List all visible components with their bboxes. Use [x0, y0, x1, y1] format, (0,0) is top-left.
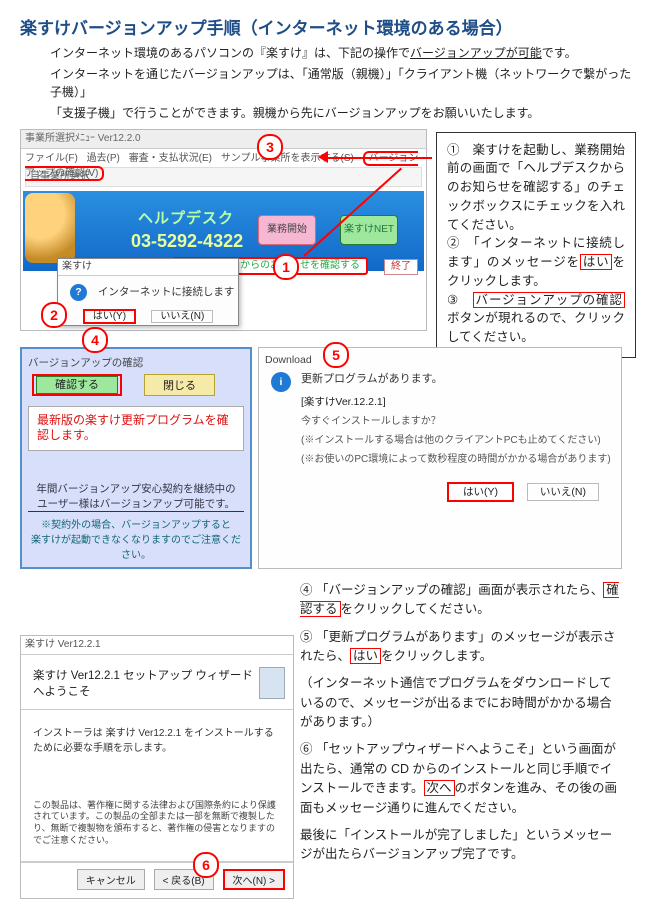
callout-3: 3: [257, 134, 283, 160]
confirm-button[interactable]: 確認する: [36, 376, 118, 394]
menu-status[interactable]: 審査・支払状況(E): [129, 153, 212, 164]
window-title-a: 事業所選択ﾒﾆｭｰ Ver12.2.0: [21, 130, 426, 149]
download-q1: 今すぐインストールしますか？: [301, 415, 611, 428]
confirm-note: 年間バージョンアップ安心契約を継続中の ユーザー様はバージョンアップ可能です。: [28, 481, 244, 512]
confirm-footnote: ※契約外の場合、バージョンアップすると 楽すけが起動できなくなりますのでご注意く…: [28, 512, 244, 561]
wizard-body: インストーラは 楽すけ Ver12.2.1 をインストールするために必要な手順を…: [21, 710, 293, 794]
download-yes-button[interactable]: はい(Y): [447, 482, 514, 502]
intro-1c: です。: [542, 46, 577, 60]
intro-1a: インターネット環境のあるパソコンの『楽すけ』は、下記の操作で: [50, 46, 410, 60]
step4a: ④ 「バージョンアップの確認」画面が表示されたら、: [300, 583, 603, 597]
step2-highlight: はい: [580, 254, 613, 270]
step5c: をクリックします。: [381, 649, 492, 663]
callout-1: 1: [273, 254, 299, 280]
wizard-next-button[interactable]: 次へ(N) >: [223, 869, 286, 890]
confirm-msg: 最新版の楽すけ更新プログラムを確認します。: [28, 406, 244, 451]
screenshot-download: 5 Download i 更新プログラムがあります。 [楽すけVer.12.2.…: [258, 347, 622, 569]
arrow-line: [324, 157, 432, 159]
download-ver: [楽すけVer.12.2.1]: [301, 394, 611, 409]
download-q3: (※お使いのPC環境によって数秒程度の時間がかかる場合があります): [301, 453, 611, 466]
close-button[interactable]: 閉じる: [144, 374, 215, 396]
step3c: ボタンが現れるので、クリックしてください。: [447, 311, 625, 344]
screenshot-main: 事業所選択ﾒﾆｭｰ Ver12.2.0 ファイル(F) 過去(P) 審査・支払状…: [20, 129, 427, 331]
step2-text: ② 「インターネットに接続します」のメッセージをはいをクリックします。: [447, 234, 625, 290]
confirm-note-2: ユーザー様はバージョンアップ可能です。: [28, 496, 244, 512]
download-no-button[interactable]: いいえ(N): [527, 483, 599, 501]
step3-text: ③ バージョンアップの確認ボタンが現れるので、クリックしてください。: [447, 291, 625, 347]
callout-6: 6: [193, 852, 219, 878]
download-q2: (※インストールする場合は他のクライアントPCも止めてください): [301, 434, 611, 447]
connect-no-button[interactable]: いいえ(N): [151, 310, 213, 323]
confirm-button-hl: 確認する: [32, 374, 122, 396]
arrow-head-icon: [318, 151, 328, 163]
start-button[interactable]: 業務開始: [258, 215, 316, 245]
connect-dialog: 楽すけ ? インターネットに接続します はい(Y) いいえ(N): [57, 258, 239, 326]
step1-text: ① 楽すけを起動し、業務開始前の画面で「ヘルプデスクからのお知らせを確認する」の…: [447, 141, 625, 235]
step5-highlight: はい: [350, 648, 381, 664]
intro-line-3: 「支援子機」で行うことができます。親機から先にバージョンアップをお願いいたします…: [50, 105, 634, 122]
confirm-note-1: 年間バージョンアップ安心契約を継続中の: [28, 481, 244, 496]
info-icon: i: [271, 372, 291, 392]
menu-file[interactable]: ファイル(F): [25, 153, 78, 164]
rakusuke-net-button[interactable]: 楽すけNET: [340, 215, 398, 245]
screenshot-confirm: 4 バージョンアップの確認 確認する 閉じる 最新版の楽すけ更新プログラムを確認…: [20, 347, 252, 569]
question-icon: ?: [70, 284, 87, 301]
wizard-window-title: 楽すけ Ver12.2.1: [21, 636, 293, 655]
menu-history[interactable]: 過去(P): [87, 153, 120, 164]
confirm-title: バージョンアップの確認: [28, 355, 244, 370]
intro-line-1: インターネット環境のあるパソコンの『楽すけ』は、下記の操作でバージョンアップが可…: [50, 45, 634, 62]
page-title: 楽すけバージョンアップ手順（インターネット環境のある場合）: [20, 14, 634, 39]
callout-4: 4: [82, 327, 108, 353]
step5-note: （インターネット通信でプログラムをダウンロードしているので、メッセージが出るまで…: [300, 674, 622, 732]
wizard-icon: [259, 667, 285, 699]
step3a: ③: [447, 293, 473, 307]
step3-highlight: バージョンアップの確認: [473, 292, 625, 308]
callout-2: 2: [41, 302, 67, 328]
wizard-warning: この製品は、著作権に関する法律および国際条約により保護されています。この製品の全…: [21, 794, 293, 861]
instructions-box-2: ④ 「バージョンアップの確認」画面が表示されたら、確認するをクリックしてください…: [300, 579, 622, 899]
connect-dialog-msg: インターネットに接続します: [98, 286, 235, 298]
download-title: Download: [263, 352, 617, 370]
wizard-welcome: 楽すけ Ver12.2.1 セットアップ ウィザードへようこそ: [33, 667, 259, 699]
menubar-a: ファイル(F) 過去(P) 審査・支払状況(E) サンプル事業所を表示する(S)…: [21, 149, 426, 163]
intro-1b: バージョンアップが可能: [410, 46, 542, 60]
wizard-cancel-button[interactable]: キャンセル: [77, 869, 145, 890]
helpdesk-label: ヘルプデスク: [138, 207, 234, 228]
instructions-box-1: ① 楽すけを起動し、業務開始前の画面で「ヘルプデスクからのお知らせを確認する」の…: [436, 132, 636, 358]
intro-line-2: インターネットを通じたバージョンアップは、「通常版（親機）」「クライアント機（ネ…: [50, 66, 634, 101]
step6-final: 最後に「インストールが完了しました」というメッセージが出たらバージョンアップ完了…: [300, 826, 622, 865]
connect-dialog-title: 楽すけ: [58, 259, 238, 276]
screenshot-wizard: 楽すけ Ver12.2.1 楽すけ Ver12.2.1 セットアップ ウィザード…: [20, 635, 294, 899]
helpdesk-tel: 03-5292-4322: [131, 231, 243, 252]
connect-yes-button[interactable]: はい(Y): [83, 309, 136, 324]
download-msg: 更新プログラムがあります。: [301, 372, 611, 388]
mascot-image: [25, 193, 75, 263]
callout-5: 5: [323, 342, 349, 368]
exit-button[interactable]: 終了: [384, 259, 418, 275]
step6-highlight: 次へ: [424, 780, 455, 796]
step4c: をクリックしてください。: [341, 602, 490, 616]
